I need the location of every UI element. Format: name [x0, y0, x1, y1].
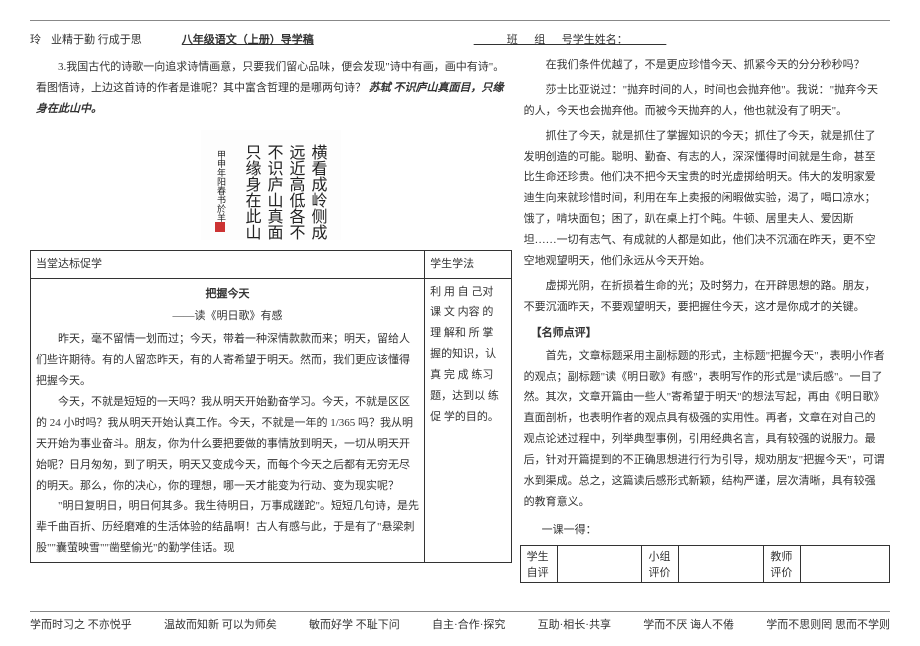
right-p3: 抓住了今天，就是抓住了掌握知识的今天；抓住了今天，就是抓住了发明创造的可能。聪明…: [520, 124, 890, 274]
seal-icon: [215, 222, 225, 232]
essay-p2: 今天，不就是短短的一天吗？我从明天开始勤奋学习。今天，不就是区区的 24 小时吗…: [36, 392, 419, 496]
calli-col-1: 横看成岭侧成峰: [308, 144, 327, 240]
essay-cell: 把握今天 ——读《明日歌》有感 昨天，毫不留情一划而过；今天，带着一种深情款款而…: [31, 278, 425, 563]
header-blanks: ______班___组___号学生姓名：_______: [474, 31, 667, 47]
right-p2: 莎士比亚说过："抛弃时间的人，时间也会抛弃他"。我说："抛弃今天的人，今天也会抛…: [520, 78, 890, 124]
calligraphy-image: 横看成岭侧成峰 远近高低各不同 不识庐山真面目 只缘身在此山中 甲申年阳春书於羊: [201, 130, 341, 240]
footer-2: 温故而知新 可以为师矣: [164, 616, 277, 632]
left-column: 3.我国古代的诗歌一向追求诗情画意，只要我们留心品味，便会发现"诗中有画，画中有…: [30, 53, 512, 583]
calli-col-2: 远近高低各不同: [286, 144, 305, 240]
calli-col-3: 不识庐山真面目: [264, 144, 283, 240]
lesson-label: 一课一得：: [542, 521, 890, 537]
essay-subtitle: ——读《明日歌》有感: [36, 306, 419, 329]
footer-3: 敏而好学 不耻下问: [309, 616, 400, 632]
eval-teacher-value: [801, 546, 890, 583]
comment-title: 【名师点评】: [520, 324, 890, 340]
study-table: 当堂达标促学 学生学法 把握今天 ——读《明日歌》有感 昨天，毫不留情一划而过；…: [30, 250, 512, 563]
calli-col-4: 只缘身在此山中: [242, 144, 261, 240]
header-hint-left: 玲: [30, 31, 41, 47]
eval-self-label: 学生自评: [520, 546, 557, 583]
footer: 学而时习之 不亦悦乎 温故而知新 可以为师矣 敏而好学 不耻下问 自主·合作·探…: [30, 611, 890, 632]
footer-4: 自主·合作·探究: [432, 616, 505, 632]
footer-6: 学而不厌 诲人不倦: [643, 616, 734, 632]
essay-title: 把握今天: [36, 282, 419, 307]
eval-group-value: [679, 546, 764, 583]
table-left-header: 当堂达标促学: [31, 250, 425, 278]
essay-p3: "明日复明日，明日何其多。我生待明日，万事成蹉跎"。短短几句诗，是先辈千曲百折、…: [36, 496, 419, 559]
top-divider: [30, 20, 890, 21]
table-right-header: 学生学法: [425, 250, 512, 278]
essay-p1: 昨天，毫不留情一划而过；今天，带着一种深情款款而来；明天，留给人们些许期待。有的…: [36, 329, 419, 392]
eval-teacher-label: 教师评价: [764, 546, 801, 583]
eval-self-value: [557, 546, 642, 583]
method-cell: 利 用 自 己对 课 文 内容 的 理 解和 所 掌 握的知识，认真 完 成 练…: [425, 278, 512, 563]
comment-body: 首先，文章标题采用主副标题的形式，主标题"把握今天"，表明小作者的观点；副标题"…: [520, 344, 890, 515]
right-p4: 虚掷光阴，在折损着生命的光；及时努力，在开辟思想的路。朋友，不要沉湎昨天，不要观…: [520, 274, 890, 320]
right-p1: 在我们条件优越了，不是更应珍惜今天、抓紧今天的分分秒秒吗？: [520, 53, 890, 78]
footer-1: 学而时习之 不亦悦乎: [30, 616, 132, 632]
columns: 3.我国古代的诗歌一向追求诗情画意，只要我们留心品味，便会发现"诗中有画，画中有…: [30, 53, 890, 583]
evaluation-table: 学生自评 小组评价 教师评价: [520, 545, 890, 583]
poem-question-block: 3.我国古代的诗歌一向追求诗情画意，只要我们留心品味，便会发现"诗中有画，画中有…: [30, 53, 512, 124]
eval-group-label: 小组评价: [642, 546, 679, 583]
right-column: 在我们条件优越了，不是更应珍惜今天、抓紧今天的分分秒秒吗？ 莎士比亚说过："抛弃…: [512, 53, 890, 583]
footer-7: 学而不思则罔 思而不学则: [766, 616, 890, 632]
header: 玲 业精于勤 行成于思 八年级语文（上册）导学稿 ______班___组___号…: [30, 31, 890, 47]
header-title: 八年级语文（上册）导学稿: [182, 31, 314, 47]
document-page: 玲 业精于勤 行成于思 八年级语文（上册）导学稿 ______班___组___号…: [0, 0, 920, 646]
header-motto: 业精于勤 行成于思: [51, 31, 142, 47]
calli-signature: 甲申年阳春书於羊: [216, 150, 226, 223]
footer-5: 互助·相长·共享: [538, 616, 611, 632]
